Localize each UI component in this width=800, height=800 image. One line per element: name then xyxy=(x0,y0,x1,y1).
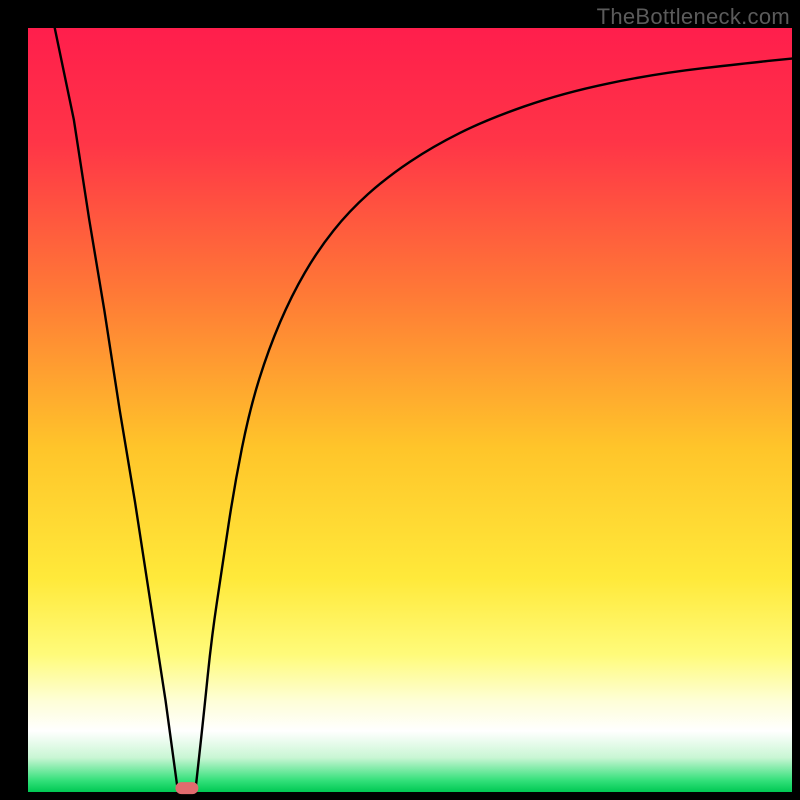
bottleneck-marker xyxy=(175,782,198,794)
watermark-text: TheBottleneck.com xyxy=(597,4,790,30)
marker-group xyxy=(175,782,198,794)
bottleneck-chart xyxy=(0,0,800,800)
chart-frame: TheBottleneck.com xyxy=(0,0,800,800)
plot-background xyxy=(28,28,792,792)
